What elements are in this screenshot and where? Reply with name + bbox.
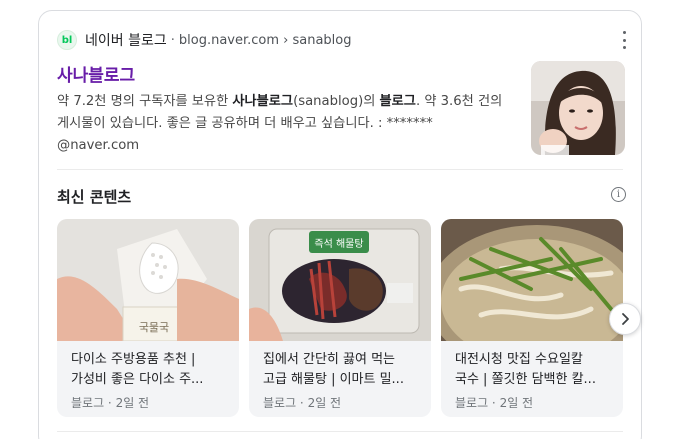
section-title: 최신 콘텐츠: [57, 188, 132, 206]
search-result-card: bl 네이버 블로그 · blog.naver.com › sanablog 사…: [38, 10, 642, 439]
content-item-2[interactable]: 즉석 해물탕 집에서 간단히 끓여 먹는 고급 해물탕 | 이마트 밀... 블…: [249, 219, 431, 417]
profile-thumbnail[interactable]: [531, 61, 625, 155]
result-title-link[interactable]: 사나블로그: [57, 61, 135, 86]
content-meta: 블로그 · 2일 전: [455, 396, 534, 410]
package-label: 즉석 해물탕: [314, 237, 363, 250]
site-name: 네이버 블로그: [85, 33, 167, 49]
carousel-next-button[interactable]: [609, 303, 641, 335]
result-source[interactable]: bl 네이버 블로그 · blog.naver.com › sanablog: [57, 29, 352, 51]
content-item-3[interactable]: 대전시청 맛집 수요일칼 국수 | 쫄깃한 담백한 칼... 블로그 · 2일 …: [441, 219, 623, 417]
divider: [57, 431, 623, 432]
more-vert-icon[interactable]: [619, 31, 629, 49]
content-title: 집에서 간단히 끓여 먹는 고급 해물탕 | 이마트 밀...: [263, 352, 404, 387]
divider: [57, 169, 623, 170]
content-thumbnail: 국물국: [57, 219, 239, 341]
content-carousel: 국물국 다이소 주방용품 추천 | 가성비 좋은 다이소 주... 블로그 · …: [57, 219, 623, 417]
result-description: 약 7.2천 명의 구독자를 보유한 사나블로그(sanablog)의 블로그.…: [57, 94, 503, 153]
chevron-right-icon: [622, 313, 629, 325]
separator: ·: [170, 32, 175, 48]
naver-blog-favicon: bl: [57, 30, 77, 50]
content-thumbnail: [441, 219, 623, 341]
profile-photo: [531, 61, 625, 155]
site-url: blog.naver.com › sanablog: [178, 32, 352, 48]
content-item-1[interactable]: 국물국 다이소 주방용품 추천 | 가성비 좋은 다이소 주... 블로그 · …: [57, 219, 239, 417]
content-title: 대전시청 맛집 수요일칼 국수 | 쫄깃한 담백한 칼...: [455, 352, 596, 387]
package-label: 국물국: [139, 321, 169, 334]
content-thumbnail: 즉석 해물탕: [249, 219, 431, 341]
info-icon[interactable]: i: [611, 187, 626, 202]
content-meta: 블로그 · 2일 전: [71, 396, 150, 410]
content-meta: 블로그 · 2일 전: [263, 396, 342, 410]
content-title: 다이소 주방용품 추천 | 가성비 좋은 다이소 주...: [71, 352, 204, 387]
